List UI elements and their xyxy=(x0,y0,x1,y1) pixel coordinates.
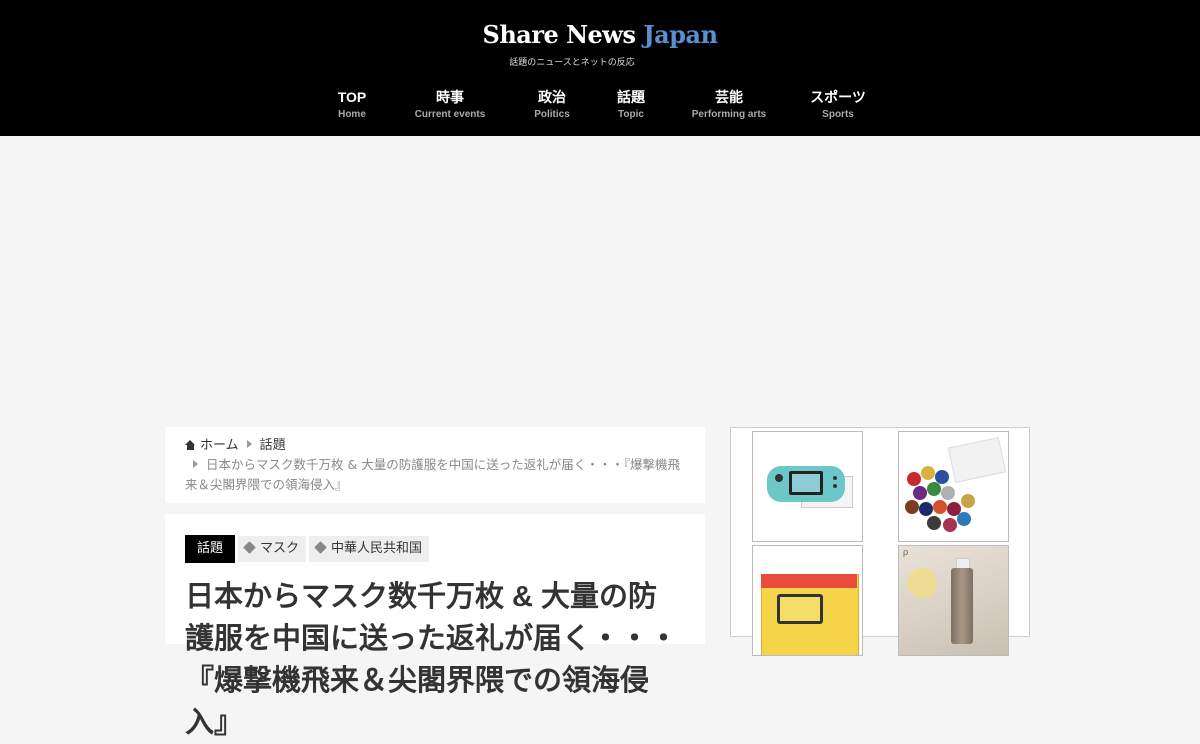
article-title: 日本からマスク数千万枚 & 大量の防護服を中国に送った返礼が届く・・・『爆撃機飛… xyxy=(185,581,679,739)
nav-label: 芸能 xyxy=(715,89,743,105)
nav-item-current-events[interactable]: 時事 Current events xyxy=(415,88,486,122)
main-nav: TOP Home 時事 Current events 政治 Politics 話… xyxy=(0,88,1200,128)
breadcrumb-home[interactable]: ホーム xyxy=(185,438,239,453)
nav-label: TOP xyxy=(337,89,367,105)
article-header: 話題 マスク 中華人民共和国 日本からマスク数千万枚 & 大量の防護服を中国に送った… xyxy=(165,514,705,739)
tag-mask[interactable]: マスク xyxy=(238,536,307,562)
nav-item-topic[interactable]: 話題 Topic xyxy=(617,88,645,122)
nav-item-sports[interactable]: スポーツ Sports xyxy=(810,88,866,122)
site-logo[interactable]: Share News Japan 話題のニュースとネットの反応 xyxy=(0,20,1200,69)
breadcrumb-home-label: ホーム xyxy=(200,438,239,453)
site-header: Share News Japan 話題のニュースとネットの反応 TOP Home… xyxy=(0,0,1200,136)
nav-sublabel: Sports xyxy=(822,109,854,120)
logo-accent-text: Japan xyxy=(643,20,718,49)
caret-right-icon xyxy=(193,460,198,468)
home-icon xyxy=(185,440,196,450)
nav-item-top[interactable]: TOP Home xyxy=(338,88,367,122)
nav-item-performing-arts[interactable]: 芸能 Performing arts xyxy=(692,88,766,122)
nav-sublabel: Performing arts xyxy=(691,109,767,120)
category-badge[interactable]: 話題 xyxy=(185,535,236,563)
caret-right-icon xyxy=(246,440,252,448)
tag-label: 中華人民共和国 xyxy=(331,541,423,556)
product-switch-lite-yellow[interactable] xyxy=(752,545,863,656)
product-chocolate-assortment[interactable] xyxy=(898,431,1009,542)
nav-sublabel: Politics xyxy=(534,109,570,120)
site-tagline: 話題のニュースとネットの反応 xyxy=(509,58,635,68)
nav-sublabel: Current events xyxy=(414,109,486,120)
tag-icon xyxy=(243,541,256,554)
nav-item-politics[interactable]: 政治 Politics xyxy=(534,88,570,122)
nav-label: 政治 xyxy=(537,89,566,105)
tag-china[interactable]: 中華人民共和国 xyxy=(309,536,430,562)
logo-text: Share News xyxy=(482,20,644,49)
nav-label: 時事 xyxy=(435,89,464,105)
tag-icon xyxy=(314,541,327,554)
tag-label: マスク xyxy=(260,541,300,556)
breadcrumb-category[interactable]: 話題 xyxy=(260,438,286,453)
nav-sublabel: Topic xyxy=(618,109,644,120)
product-cosmetic-bottle[interactable]: ρ xyxy=(898,545,1009,656)
nav-sublabel: Home xyxy=(338,109,366,120)
breadcrumb: ホーム 話題 日本からマスク数千万枚 & 大量の防護服を中国に送った返礼が届く・・… xyxy=(165,427,705,503)
breadcrumb-current: 日本からマスク数千万枚 & 大量の防護服を中国に送った返礼が届く・・・『爆撃機飛… xyxy=(185,457,680,492)
nav-label: スポーツ xyxy=(810,89,866,105)
product-switch-lite-turquoise[interactable] xyxy=(752,431,863,542)
brand-mark-icon: ρ xyxy=(903,548,909,558)
sidebar-product-widget: ρ xyxy=(730,427,1030,656)
nav-label: 話題 xyxy=(617,89,645,105)
article-tags: 話題 マスク 中華人民共和国 xyxy=(185,535,685,563)
